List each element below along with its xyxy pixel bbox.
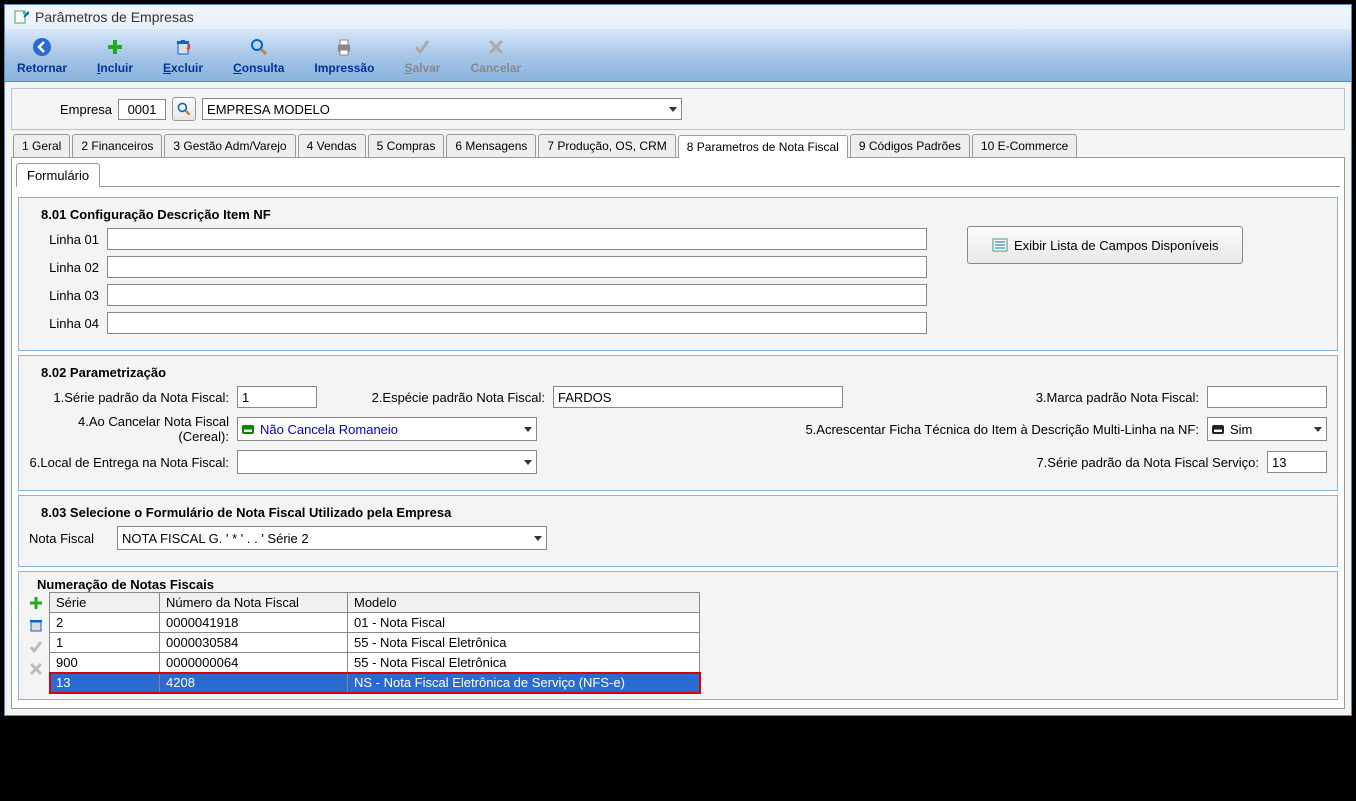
tab-vendas[interactable]: 4 Vendas <box>298 134 366 157</box>
linha03-input[interactable] <box>107 284 927 306</box>
chevron-down-icon <box>524 427 532 432</box>
trash-icon <box>171 35 195 59</box>
grid-delete-button[interactable] <box>27 616 45 634</box>
linha02-input[interactable] <box>107 256 927 278</box>
list-icon <box>992 237 1008 253</box>
legend-801: 8.01 Configuração Descrição Item NF <box>37 207 275 222</box>
check-icon <box>410 35 434 59</box>
chevron-down-icon <box>1314 427 1322 432</box>
legend-802: 8.02 Parametrização <box>37 365 170 380</box>
tab-geral[interactable]: 1 Geral <box>13 134 70 157</box>
table-row[interactable]: 1000003058455 - Nota Fiscal Eletrônica <box>50 633 700 653</box>
tab-financeiros[interactable]: 2 Financeiros <box>72 134 162 157</box>
main-tabs: 1 Geral 2 Financeiros 3 Gestão Adm/Varej… <box>11 134 1345 157</box>
tab-compras[interactable]: 5 Compras <box>368 134 445 157</box>
toolbar: Retornar Incluir Excluir Consulta Impres… <box>5 29 1351 82</box>
linha01-input[interactable] <box>107 228 927 250</box>
grid-cancel-button[interactable] <box>27 660 45 678</box>
legend-803: 8.03 Selecione o Formulário de Nota Fisc… <box>37 505 455 520</box>
local-entrega-dropdown[interactable] <box>237 450 537 474</box>
consulta-button[interactable]: Consulta <box>227 33 290 77</box>
tab-mensagens[interactable]: 6 Mensagens <box>446 134 536 157</box>
app-icon <box>13 9 29 25</box>
nota-fiscal-form-dropdown[interactable]: NOTA FISCAL G. ' * ' . . ' Série 2 <box>117 526 547 550</box>
chevron-down-icon <box>534 536 542 541</box>
serie-padrao-input[interactable] <box>237 386 317 408</box>
subtab-formulario[interactable]: Formulário <box>16 163 100 187</box>
empresa-search-button[interactable] <box>172 97 196 121</box>
plus-icon <box>103 35 127 59</box>
empresa-label: Empresa <box>60 102 112 117</box>
empresa-name-dropdown[interactable]: EMPRESA MODELO <box>202 98 682 120</box>
tab-producao[interactable]: 7 Produção, OS, CRM <box>538 134 675 157</box>
serie-servico-input[interactable] <box>1267 451 1327 473</box>
chevron-down-icon <box>524 460 532 465</box>
chevron-down-icon <box>669 107 677 112</box>
window-title: Parâmetros de Empresas <box>35 9 194 25</box>
x-icon <box>484 35 508 59</box>
tab-ecommerce[interactable]: 10 E-Commerce <box>972 134 1077 157</box>
col-numero[interactable]: Número da Nota Fiscal <box>160 593 348 613</box>
retornar-button[interactable]: Retornar <box>11 33 73 77</box>
back-arrow-icon <box>30 35 54 59</box>
legend-grid: Numeração de Notas Fiscais <box>33 577 218 592</box>
ficha-tecnica-dropdown[interactable]: ▬Sim <box>1207 417 1327 441</box>
numeracao-table: Série Número da Nota Fiscal Modelo 20000… <box>49 592 700 693</box>
cancelar-button: Cancelar <box>464 33 527 77</box>
dark-pill-icon: ▬ <box>1212 425 1224 434</box>
incluir-button[interactable]: Incluir <box>91 33 139 77</box>
excluir-button[interactable]: Excluir <box>157 33 209 77</box>
linha04-input[interactable] <box>107 312 927 334</box>
marca-padrao-input[interactable] <box>1207 386 1327 408</box>
table-row[interactable]: 2000004191801 - Nota Fiscal <box>50 613 700 633</box>
exibir-campos-button[interactable]: Exibir Lista de Campos Disponíveis <box>967 226 1243 264</box>
titlebar: Parâmetros de Empresas <box>5 5 1351 29</box>
empresa-row: Empresa EMPRESA MODELO <box>11 88 1345 130</box>
impressao-button[interactable]: Impressão <box>308 33 380 77</box>
tab-gestao[interactable]: 3 Gestão Adm/Varejo <box>164 134 295 157</box>
cancelar-nf-dropdown[interactable]: ▬Não Cancela Romaneio <box>237 417 537 441</box>
printer-icon <box>332 35 356 59</box>
tab-codigos[interactable]: 9 Códigos Padrões <box>850 134 970 157</box>
tab-parametros-nf[interactable]: 8 Parametros de Nota Fiscal <box>678 135 848 158</box>
magnifier-icon <box>247 35 271 59</box>
empresa-code-input[interactable] <box>118 99 166 120</box>
salvar-button: Salvar <box>398 33 446 77</box>
table-row[interactable]: 900000000006455 - Nota Fiscal Eletrônica <box>50 653 700 673</box>
col-modelo[interactable]: Modelo <box>348 593 700 613</box>
table-row[interactable]: 134208NS - Nota Fiscal Eletrônica de Ser… <box>50 673 700 693</box>
grid-confirm-button[interactable] <box>27 638 45 656</box>
magnifier-icon <box>176 101 192 117</box>
grid-add-button[interactable] <box>27 594 45 612</box>
especie-padrao-input[interactable] <box>553 386 843 408</box>
green-pill-icon: ▬ <box>242 425 254 434</box>
col-serie[interactable]: Série <box>50 593 160 613</box>
